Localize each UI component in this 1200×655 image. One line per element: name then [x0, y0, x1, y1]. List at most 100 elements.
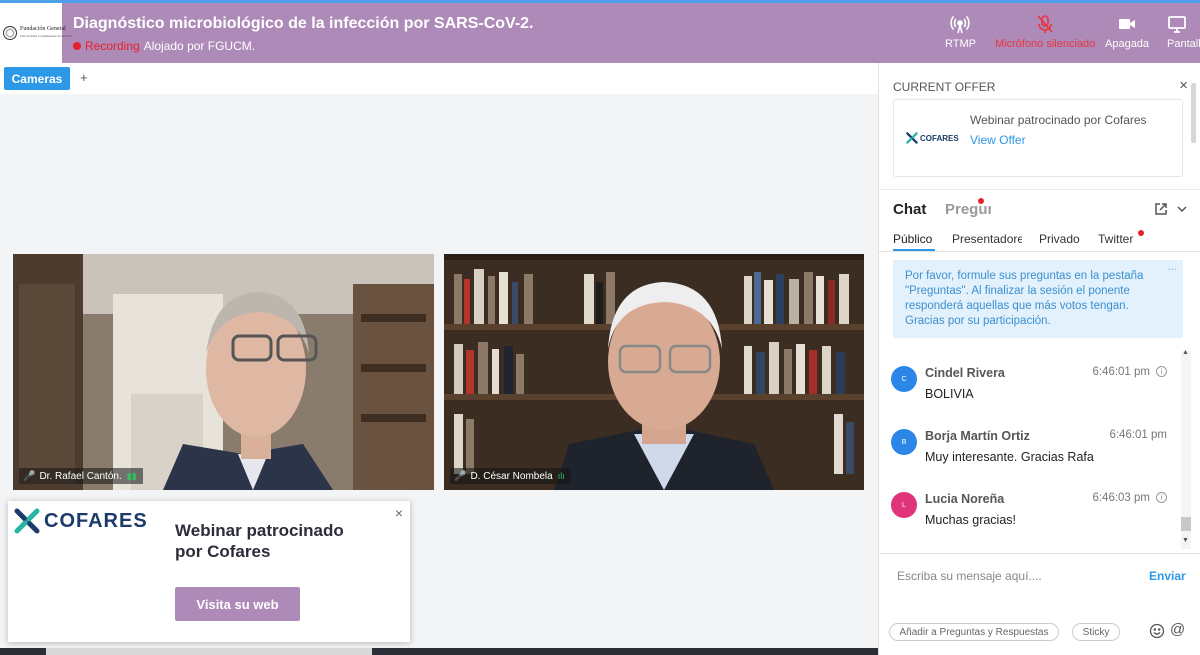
tab-chat[interactable]: Chat [893, 201, 926, 218]
speaker-1-name: Dr. Rafael Cantón. [39, 470, 122, 482]
chat-message-input[interactable] [897, 566, 1137, 586]
recording-dot-icon [73, 42, 81, 50]
message-time-row: 6:46:01 pm i [1092, 366, 1167, 378]
chat-notice: Por favor, formule sus preguntas en la p… [893, 260, 1183, 338]
tab-questions[interactable]: Preguntas [945, 201, 991, 218]
speaker-1-name-tag: 🎤 Dr. Rafael Cantón. ▮▮ [19, 468, 143, 484]
offer-scrollbar[interactable] [1191, 83, 1196, 143]
message-text: Muy interesante. Gracias Rafa [925, 450, 1094, 464]
webinar-status: Recording Alojado por FGUCM. [73, 39, 255, 53]
message-author: Cindel Rivera [925, 366, 1005, 380]
rtmp-button[interactable]: RTMP [945, 14, 976, 50]
sponsor-close-icon[interactable]: × [395, 505, 403, 521]
info-icon[interactable]: i [1156, 366, 1167, 378]
speaker-2-video-image [444, 254, 864, 490]
video-tile-speaker-1[interactable]: 🎤 Dr. Rafael Cantón. ▮▮ [13, 254, 434, 490]
offer-close-icon[interactable]: × [1179, 77, 1188, 94]
add-tab-button[interactable]: + [80, 70, 88, 85]
mic-icon: 🎤 [23, 470, 36, 482]
divider [879, 553, 1200, 554]
chat-message: L Lucia Noreña 6:46:03 pm i Muchas gracia… [891, 492, 1167, 548]
notice-more-icon[interactable]: ... [1168, 260, 1177, 275]
message-author: Lucia Noreña [925, 492, 1005, 506]
audio-level-icon: ▮▮ [126, 470, 137, 481]
offer-card[interactable]: COFARES Webinar patrocinado por Cofares … [893, 99, 1183, 177]
layout-tab-bar: Cameras + [0, 63, 878, 94]
subtab-public[interactable]: Público [893, 232, 932, 246]
speaker-2-name-tag: 🎤 D. César Nombela ılı [450, 468, 571, 484]
offer-title: Webinar patrocinado por Cofares [970, 113, 1147, 127]
avatar: L [891, 492, 917, 518]
message-time-row: 6:46:03 pm i [1092, 492, 1167, 504]
message-text: Muchas gracias! [925, 513, 1017, 527]
twitter-notification-dot [1138, 230, 1144, 236]
chat-notice-text: Por favor, formule sus preguntas en la p… [905, 270, 1144, 327]
mic-icon: 🎤 [454, 470, 467, 482]
send-button[interactable]: Enviar [1149, 569, 1186, 583]
scroll-down-icon[interactable]: ▼ [1182, 537, 1189, 544]
message-time: 6:46:01 pm [1092, 366, 1150, 378]
sponsor-brand: COFARES [44, 509, 148, 532]
subtab-private[interactable]: Privado [1039, 232, 1080, 246]
popout-icon[interactable] [1154, 202, 1168, 216]
emoji-icon[interactable] [1149, 623, 1165, 639]
microphone-button[interactable]: Micrófono silenciado [995, 14, 1095, 50]
speaker-1-video-image [13, 254, 434, 490]
current-offer-heading: CURRENT OFFER [893, 80, 996, 94]
screen-share-label: Pantalla [1167, 38, 1200, 50]
webinar-title: Diagnóstico microbiológico de la infecci… [73, 15, 534, 32]
screen-share-button[interactable]: Pantalla [1167, 14, 1200, 50]
rtmp-label: RTMP [945, 38, 976, 50]
info-icon[interactable]: i [1156, 492, 1167, 504]
message-time: 6:46:03 pm [1092, 492, 1150, 504]
chat-message: C Cindel Rivera 6:46:01 pm i BOLIVIA [891, 366, 1167, 422]
logo-subtext: Universidad Complutense de Madrid [20, 34, 72, 38]
offer-brand: COFARES [920, 133, 959, 143]
scroll-up-icon[interactable]: ▲ [1182, 349, 1189, 356]
microphone-label: Micrófono silenciado [995, 38, 1096, 50]
broadcast-icon [950, 15, 971, 34]
camera-icon [1119, 19, 1136, 29]
bottom-strip [0, 648, 878, 655]
avatar: C [891, 366, 917, 392]
divider [879, 251, 1200, 252]
camera-label: Apagada [1105, 38, 1150, 50]
seal-icon [3, 26, 17, 40]
avatar: B [891, 429, 917, 455]
organizer-logo: Fundación General Universidad Complutens… [0, 3, 72, 63]
cofares-logo-icon [14, 508, 40, 534]
message-time: 6:46:01 pm [1109, 429, 1167, 441]
hosted-by-label: Alojado por FGUCM. [143, 39, 256, 53]
chat-message: B Borja Martín Ortiz 6:46:01 pmi Muy int… [891, 429, 1167, 485]
divider [879, 189, 1200, 190]
sponsor-logo: COFARES [14, 508, 148, 534]
message-time-row: 6:46:01 pmi [1109, 429, 1167, 441]
message-author: Borja Martín Ortiz [925, 429, 1030, 443]
camera-button[interactable]: Apagada [1105, 14, 1149, 50]
subtab-presenters[interactable]: Presentadores [952, 232, 1022, 246]
speaker-2-name: D. César Nombela [470, 470, 553, 482]
cofares-logo-icon [906, 132, 918, 144]
recording-label: Recording [85, 39, 140, 53]
questions-notification-dot [978, 198, 984, 204]
view-offer-link[interactable]: View Offer [970, 133, 1026, 147]
header-bar: Fundación General Universidad Complutens… [0, 3, 1200, 63]
mic-muted-icon [1037, 15, 1053, 33]
offer-logo: COFARES [906, 132, 959, 144]
sponsor-popup: COFARES × Webinar patrocinado por Cofare… [8, 501, 410, 642]
visit-website-button[interactable]: Visita su web [175, 587, 300, 621]
side-panel: CURRENT OFFER × COFARES Webinar patrocin… [878, 63, 1200, 655]
tab-cameras[interactable]: Cameras [4, 67, 70, 90]
screen-share-icon [1168, 16, 1186, 33]
chevron-down-icon[interactable] [1175, 202, 1189, 216]
chat-scrollbar-thumb[interactable] [1181, 517, 1191, 531]
video-tile-speaker-2[interactable]: 🎤 D. César Nombela ılı [444, 254, 864, 490]
sponsor-text: Webinar patrocinado por Cofares [175, 521, 344, 561]
sticky-button[interactable]: Sticky [1072, 623, 1120, 641]
logo-text: Fundación General [20, 26, 66, 32]
message-text: BOLIVIA [925, 387, 974, 401]
add-to-qa-button[interactable]: Añadir a Preguntas y Respuestas [889, 623, 1059, 641]
mention-icon[interactable]: @ [1170, 621, 1185, 638]
subtab-twitter[interactable]: Twitter [1098, 232, 1133, 246]
audio-level-icon: ılı [557, 471, 565, 481]
